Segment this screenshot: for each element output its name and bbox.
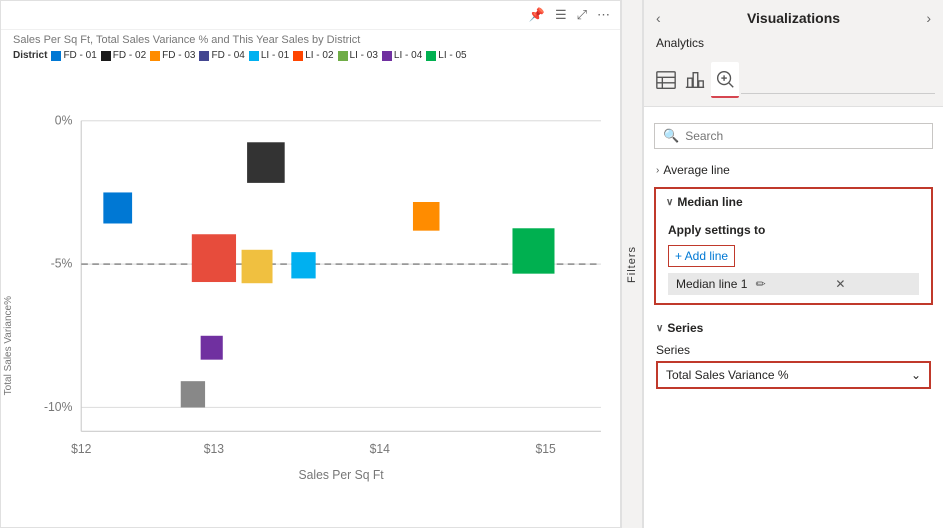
series-dropdown-value: Total Sales Variance % [666, 368, 789, 382]
median-line-section: ∨ Median line Apply settings to + Add li… [654, 187, 933, 305]
legend-item-li05: LI - 05 [426, 50, 466, 61]
add-line-button[interactable]: + Add line [668, 245, 735, 267]
viz-panel-title: Visualizations [747, 10, 840, 26]
series-label: Series [656, 343, 931, 357]
series-dropdown[interactable]: Total Sales Variance % ⌄ [656, 361, 931, 389]
table-icon-btn[interactable] [652, 62, 680, 98]
search-icon: 🔍 [663, 128, 679, 144]
chart-svg: 0% -5% -10% $12 $13 $14 $15 [37, 73, 612, 503]
legend-item-fd04: FD - 04 [199, 50, 244, 61]
series-section: ∨ Series Series Total Sales Variance % ⌄ [644, 309, 943, 397]
viz-nav-next[interactable]: › [926, 10, 931, 26]
average-line-chevron: › [656, 165, 659, 176]
svg-text:Sales Per Sq Ft: Sales Per Sq Ft [299, 468, 385, 483]
svg-text:-10%: -10% [44, 400, 72, 415]
viz-icons-row [644, 58, 943, 106]
filters-tab[interactable]: Filters [621, 0, 643, 528]
legend-item-fd02: FD - 02 [101, 50, 146, 61]
legend-item-li04: LI - 04 [382, 50, 422, 61]
apply-settings-label: Apply settings to [668, 223, 919, 237]
apply-settings-block: Apply settings to + Add line Median line… [656, 215, 931, 303]
chart-legend: District FD - 01 FD - 02 FD - 03 FD - 04… [1, 46, 620, 65]
chart-icon-btn[interactable] [682, 62, 710, 98]
median-line-item-label: Median line 1 [676, 277, 752, 291]
average-line-row[interactable]: › Average line [644, 157, 943, 183]
legend-item-li03: LI - 03 [338, 50, 378, 61]
legend-item-li02: LI - 02 [293, 50, 333, 61]
series-dropdown-chevron: ⌄ [911, 368, 921, 382]
svg-text:$14: $14 [370, 441, 390, 456]
svg-text:0%: 0% [55, 113, 73, 128]
pin-icon[interactable]: 📌 [527, 5, 547, 25]
legend-item-li01: LI - 01 [249, 50, 289, 61]
legend-item-fd03: FD - 03 [150, 50, 195, 61]
legend-district-label: District [13, 50, 47, 61]
more-icon[interactable]: ⋯ [595, 5, 612, 25]
svg-text:$15: $15 [536, 441, 556, 456]
search-bar[interactable]: 🔍 [654, 123, 933, 149]
svg-text:$13: $13 [204, 441, 224, 456]
median-line-label: Median line [677, 195, 742, 209]
median-line-item: Median line 1 ✏ ✕ [668, 273, 919, 295]
y-axis-label: Total Sales Variance% [3, 296, 14, 395]
median-line-header[interactable]: ∨ Median line [656, 189, 931, 215]
svg-text:$12: $12 [71, 441, 91, 456]
median-line-edit-icon[interactable]: ✏ [756, 277, 832, 291]
analytics-icon-btn[interactable] [711, 62, 739, 98]
filter-icon[interactable]: ☰ [553, 5, 569, 25]
chart-panel: 📌 ☰ ⤢ ⋯ Sales Per Sq Ft, Total Sales Var… [0, 0, 621, 528]
chart-title: Sales Per Sq Ft, Total Sales Variance % … [1, 30, 620, 46]
average-line-label: Average line [663, 163, 730, 177]
median-line-close-icon[interactable]: ✕ [835, 277, 911, 291]
expand-icon[interactable]: ⤢ [575, 5, 589, 25]
search-input[interactable] [685, 129, 924, 143]
right-content: 🔍 › Average line ∨ Median line Apply set… [644, 106, 943, 528]
series-header[interactable]: ∨ Series [656, 317, 931, 343]
filters-tab-label: Filters [626, 246, 638, 283]
series-chevron: ∨ [656, 323, 663, 334]
right-panel: ‹ Visualizations › Analytics [643, 0, 943, 528]
chart-toolbar: 📌 ☰ ⤢ ⋯ [1, 1, 620, 30]
median-chevron: ∨ [666, 197, 673, 208]
analytics-tab[interactable]: Analytics [644, 32, 943, 58]
svg-text:-5%: -5% [51, 256, 73, 271]
viz-header: ‹ Visualizations › [644, 0, 943, 32]
series-header-label: Series [667, 321, 703, 335]
viz-nav-prev[interactable]: ‹ [656, 10, 661, 26]
chart-area: Total Sales Variance% 0% -5% -10% $12 $1… [1, 65, 620, 527]
legend-item-fd01: FD - 01 [51, 50, 96, 61]
